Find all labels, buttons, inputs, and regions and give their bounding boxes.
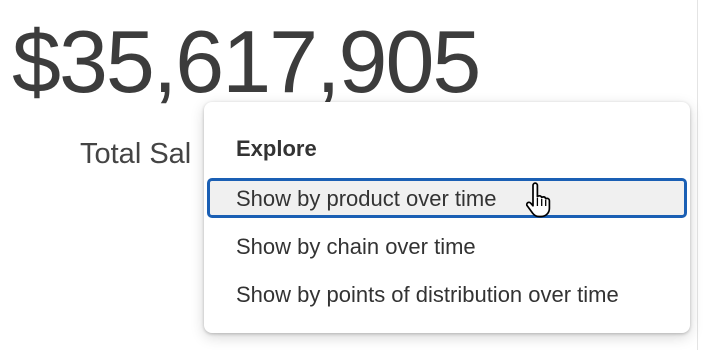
menu-item-points-of-distribution-over-time[interactable]: Show by points of distribution over time <box>204 274 690 318</box>
kpi-label: Total Sal <box>80 138 192 170</box>
menu-item-label: Show by chain over time <box>236 234 476 259</box>
menu-heading: Explore <box>236 136 317 161</box>
menu-item-label: Show by product over time <box>236 186 497 211</box>
kpi-value: $35,617,905 <box>12 12 481 111</box>
menu-item-label: Show by points of distribution over time <box>236 282 619 307</box>
explore-menu: Explore Show by product over time Show b… <box>204 102 690 333</box>
menu-item-chain-over-time[interactable]: Show by chain over time <box>204 226 690 270</box>
hand-pointer-icon <box>525 182 551 218</box>
panel-divider <box>697 0 698 350</box>
menu-item-product-over-time[interactable]: Show by product over time <box>207 178 687 218</box>
